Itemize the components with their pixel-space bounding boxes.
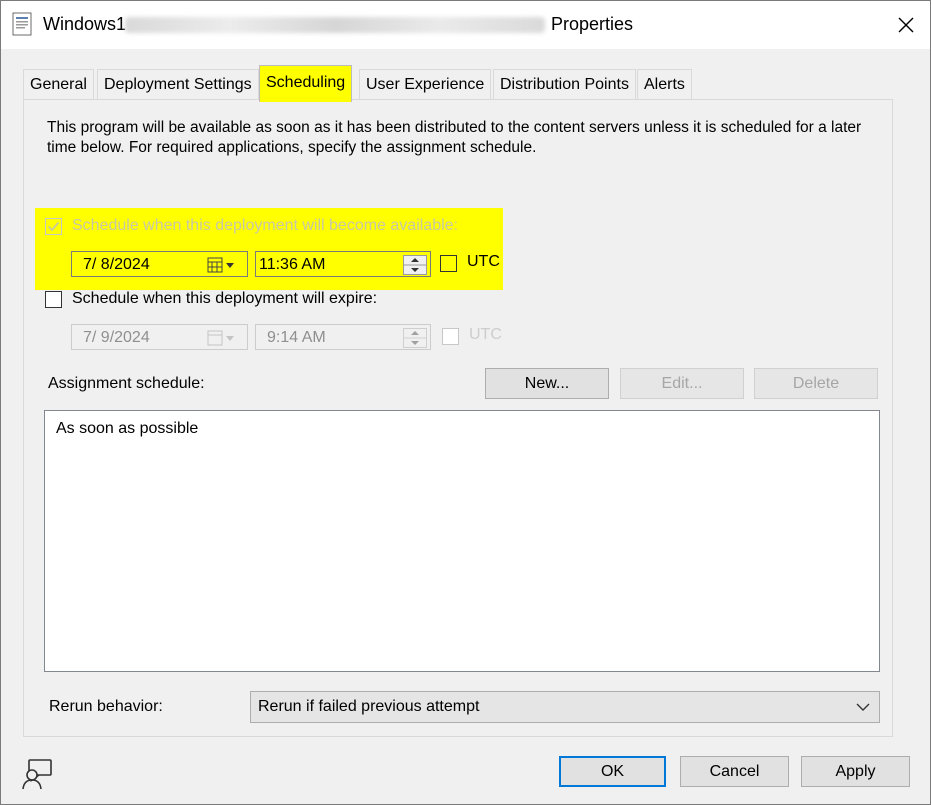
available-utc-checkbox[interactable] xyxy=(440,255,457,272)
tab-alerts[interactable]: Alerts xyxy=(637,69,692,100)
available-checkbox-label: Schedule when this deployment will becom… xyxy=(72,217,458,234)
assignment-schedule-label: Assignment schedule: xyxy=(48,375,205,392)
calendar-dropdown-icon[interactable] xyxy=(206,330,240,346)
tab-distribution-points[interactable]: Distribution Points xyxy=(493,69,636,100)
delete-schedule-button[interactable]: Delete xyxy=(754,368,878,399)
apply-button[interactable]: Apply xyxy=(801,756,910,787)
rerun-behavior-label: Rerun behavior: xyxy=(49,698,163,715)
window-title-prefix: Windows1 xyxy=(43,14,127,34)
chevron-down-icon xyxy=(856,703,870,711)
expire-utc-label: UTC xyxy=(469,326,502,343)
list-item[interactable]: As soon as possible xyxy=(56,420,198,438)
feedback-user-icon[interactable] xyxy=(20,757,56,791)
tab-scheduling[interactable]: Scheduling xyxy=(259,65,353,102)
tab-deployment-settings[interactable]: Deployment Settings xyxy=(97,69,259,100)
expire-utc-checkbox[interactable] xyxy=(442,328,459,345)
available-date-picker[interactable]: 7/ 8/2024 xyxy=(71,251,248,277)
rerun-behavior-select[interactable]: Rerun if failed previous attempt xyxy=(250,691,880,723)
window-title-suffix: Properties xyxy=(551,14,634,34)
expire-checkbox[interactable] xyxy=(45,291,62,308)
calendar-dropdown-icon[interactable] xyxy=(206,257,240,273)
intro-text: This program will be available as soon a… xyxy=(47,119,862,156)
properties-dialog: Windows1 Properties General Deployment S… xyxy=(0,0,931,805)
available-date-value: 7/ 8/2024 xyxy=(83,256,150,273)
assignment-schedule-list[interactable]: As soon as possible xyxy=(44,410,880,672)
tab-general[interactable]: General xyxy=(23,69,94,100)
rerun-behavior-value: Rerun if failed previous attempt xyxy=(258,698,480,715)
cancel-button[interactable]: Cancel xyxy=(680,756,789,787)
expire-time-value: 9:14 AM xyxy=(267,329,326,346)
expire-date-value: 7/ 9/2024 xyxy=(83,329,150,346)
edit-schedule-button[interactable]: Edit... xyxy=(620,368,744,399)
expire-time-picker[interactable]: 9:14 AM xyxy=(255,324,431,350)
available-checkbox[interactable] xyxy=(45,218,62,235)
close-icon[interactable] xyxy=(888,9,924,41)
new-schedule-button[interactable]: New... xyxy=(485,368,609,399)
expire-date-picker[interactable]: 7/ 9/2024 xyxy=(71,324,248,350)
spinner-icon[interactable] xyxy=(403,328,427,348)
title-bar: Windows1 Properties xyxy=(1,1,930,49)
available-time-value: 11:36 AM xyxy=(259,256,326,273)
available-time-picker[interactable]: 11:36 AM xyxy=(255,251,431,277)
expire-checkbox-label: Schedule when this deployment will expir… xyxy=(72,290,378,307)
properties-document-icon xyxy=(12,12,32,36)
ok-button[interactable]: OK xyxy=(559,756,666,787)
checkmark-icon xyxy=(47,221,60,232)
spinner-icon[interactable] xyxy=(403,255,427,275)
redacted-title-segment xyxy=(125,17,545,33)
available-utc-label: UTC xyxy=(467,253,500,270)
tab-user-experience[interactable]: User Experience xyxy=(359,69,492,100)
